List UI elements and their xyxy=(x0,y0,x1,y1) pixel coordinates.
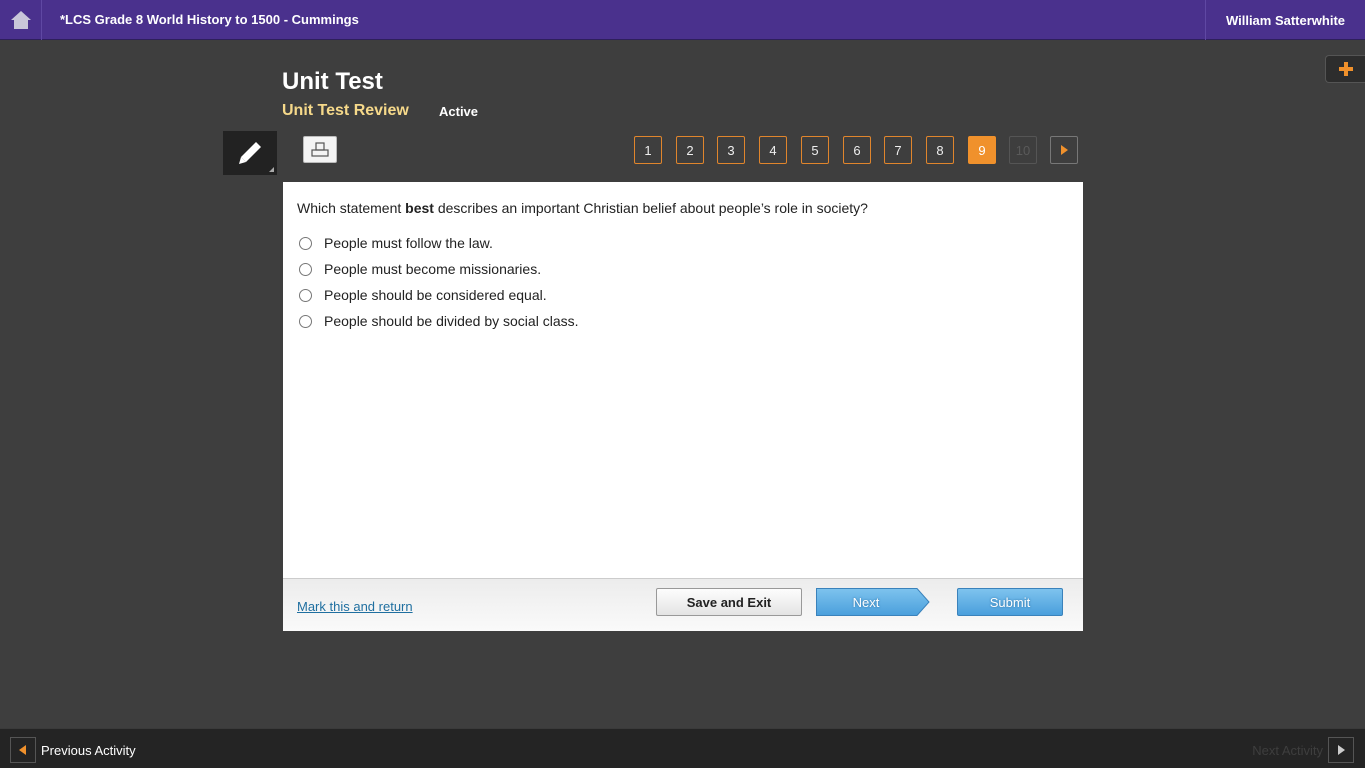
question-number-button[interactable]: 9 xyxy=(968,136,996,164)
print-icon xyxy=(311,141,329,157)
next-activity-arrow[interactable] xyxy=(1328,737,1354,763)
answer-option-label: People should be considered equal. xyxy=(324,287,547,303)
page-subtitle: Unit Test Review xyxy=(282,102,409,119)
question-number-button[interactable]: 8 xyxy=(926,136,954,164)
question-number-button[interactable]: 3 xyxy=(717,136,745,164)
pencil-tool-button[interactable] xyxy=(223,131,277,175)
answer-option[interactable]: People must become missionaries. xyxy=(299,261,541,277)
question-panel: Which statement best describes an import… xyxy=(283,182,1083,631)
answer-option-label: People must become missionaries. xyxy=(324,261,542,277)
status-label: Active xyxy=(439,104,479,119)
question-number-button[interactable]: 7 xyxy=(884,136,912,164)
tools-expand-button[interactable] xyxy=(1325,55,1365,83)
question-prefix: Which statement xyxy=(297,200,406,216)
radio-button[interactable] xyxy=(299,314,312,328)
submit-button[interactable]: Submit xyxy=(957,588,1063,616)
radio-button[interactable] xyxy=(299,236,312,250)
question-number-button[interactable]: 2 xyxy=(676,136,704,164)
tool-menu-corner xyxy=(269,167,274,172)
answer-option[interactable]: People must follow the law. xyxy=(299,235,493,251)
answer-option-label: People should be divided by social class… xyxy=(324,313,579,329)
question-number-button[interactable]: 4 xyxy=(759,136,787,164)
page-title: Unit Test xyxy=(282,68,383,95)
question-footer: Mark this and return Save and Exit Next … xyxy=(283,578,1083,631)
radio-button[interactable] xyxy=(299,288,312,302)
question-suffix: describes an important Christian belief … xyxy=(433,200,868,216)
answer-option-label: People must follow the law. xyxy=(324,235,493,251)
radio-button[interactable] xyxy=(299,262,312,276)
home-icon xyxy=(10,11,31,29)
next-question-arrow[interactable] xyxy=(1050,136,1078,164)
pencil-icon xyxy=(239,142,261,164)
question-number-button[interactable]: 1 xyxy=(634,136,662,164)
triangle-left-icon xyxy=(19,745,26,755)
previous-activity-arrow[interactable] xyxy=(10,737,36,763)
previous-activity-label[interactable]: Previous Activity xyxy=(41,743,136,758)
next-activity-label: Next Activity xyxy=(1252,743,1323,758)
question-emphasis: best xyxy=(405,200,434,216)
save-and-exit-button[interactable]: Save and Exit xyxy=(656,588,802,616)
question-number-button: 10 xyxy=(1009,136,1037,164)
top-bar: *LCS Grade 8 World History to 1500 - Cum… xyxy=(0,0,1365,40)
bottom-bar: Previous Activity Next Activity xyxy=(0,728,1365,768)
plus-icon xyxy=(1338,62,1353,76)
triangle-right-icon xyxy=(1338,745,1345,755)
question-number-button[interactable]: 5 xyxy=(801,136,829,164)
answer-option[interactable]: People should be divided by social class… xyxy=(299,313,579,329)
mark-and-return-link[interactable]: Mark this and return xyxy=(297,599,413,614)
question-text: Which statement best describes an import… xyxy=(297,200,868,216)
answer-option[interactable]: People should be considered equal. xyxy=(299,287,547,303)
print-button[interactable] xyxy=(303,136,337,163)
next-button-label: Next xyxy=(852,594,880,610)
next-button[interactable]: Next xyxy=(816,588,930,616)
user-name[interactable]: William Satterwhite xyxy=(1205,0,1365,40)
question-number-button[interactable]: 6 xyxy=(843,136,871,164)
course-title: *LCS Grade 8 World History to 1500 - Cum… xyxy=(60,12,359,27)
home-button[interactable] xyxy=(0,0,42,40)
triangle-right-icon xyxy=(1061,145,1068,155)
